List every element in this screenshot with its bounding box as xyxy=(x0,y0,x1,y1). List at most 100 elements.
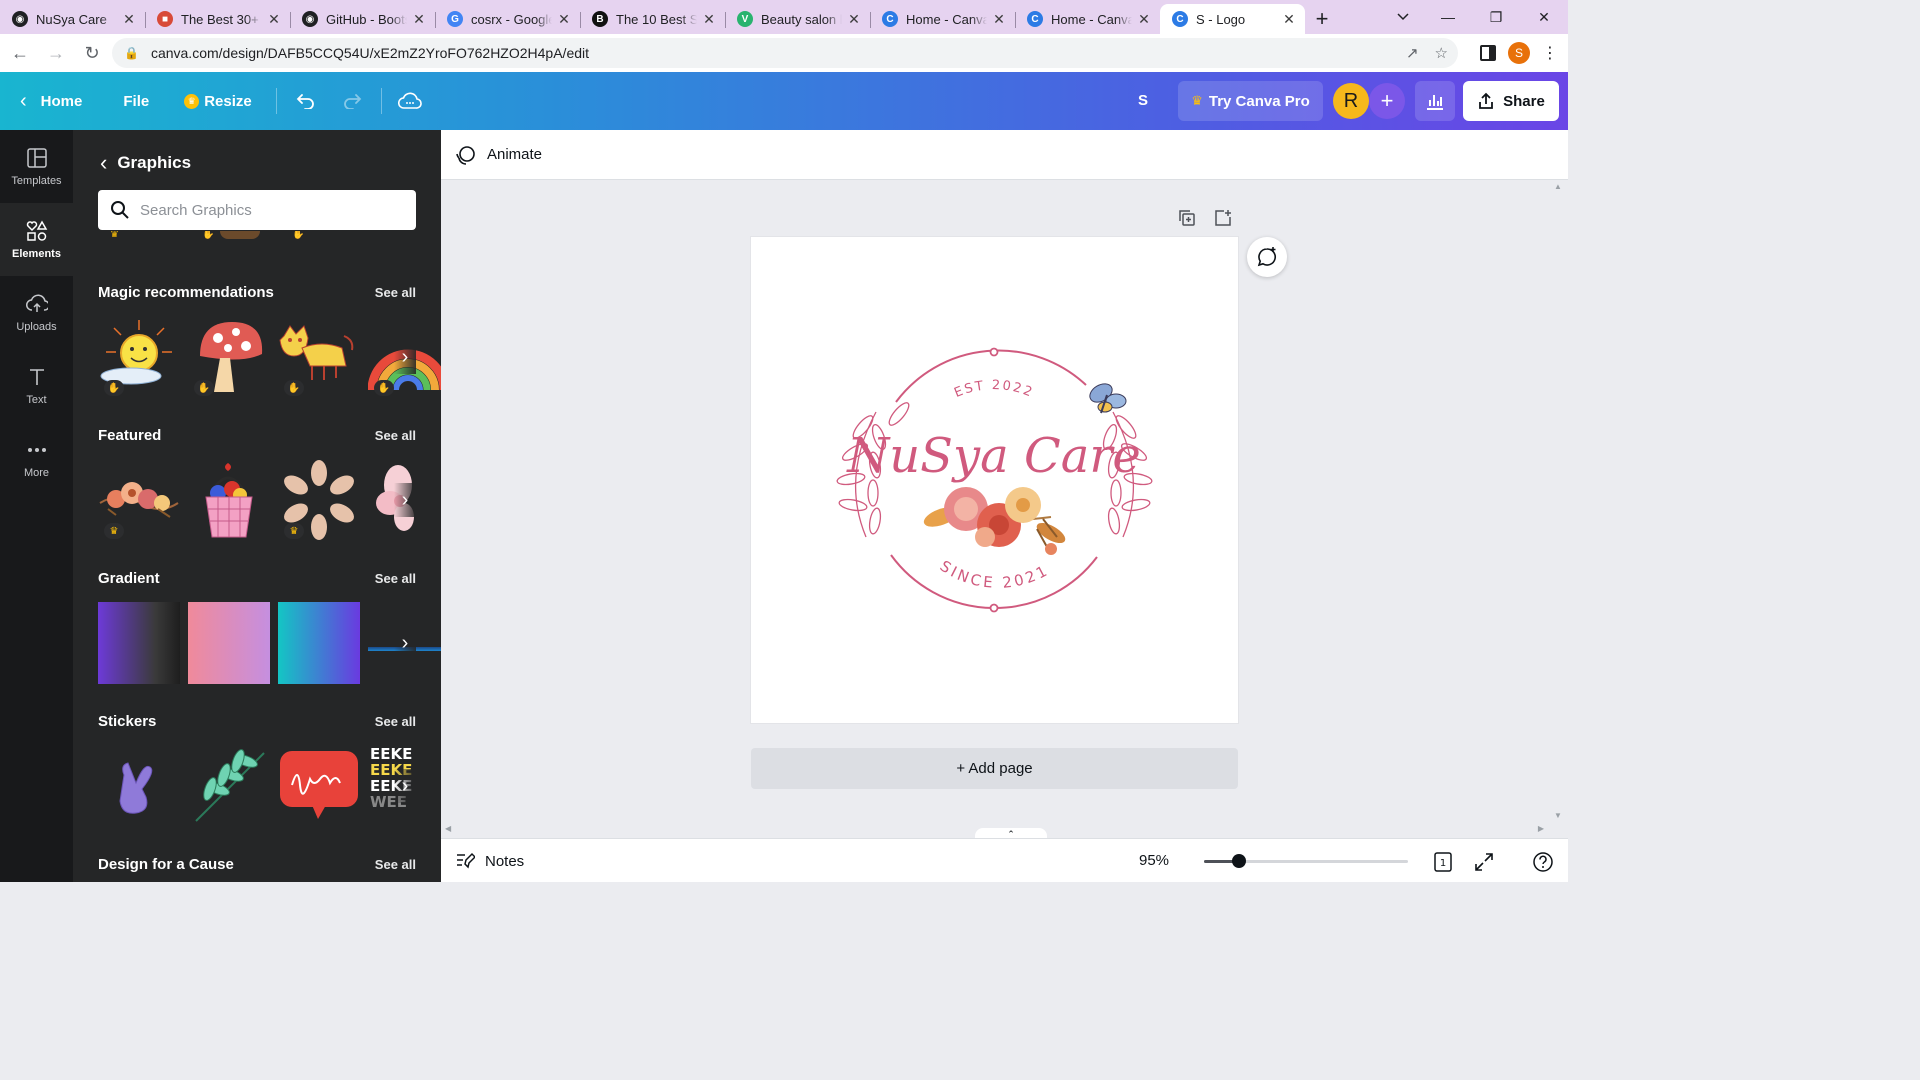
scroll-left-icon[interactable]: ◀ xyxy=(445,824,451,833)
bookmark-star-icon[interactable]: ☆ xyxy=(1435,44,1448,62)
sun-graphic[interactable]: ✋ xyxy=(98,316,180,398)
try-canva-pro-button[interactable]: ♛ Try Canva Pro xyxy=(1178,81,1323,121)
section-design-for-a-cause: Design for a Cause See all xyxy=(98,854,416,874)
teal-purple-gradient[interactable] xyxy=(278,602,360,684)
next-arrow-icon[interactable]: › xyxy=(394,483,416,517)
close-window-icon[interactable]: ✕ xyxy=(1520,0,1568,34)
invite-plus-icon[interactable]: + xyxy=(1369,83,1405,119)
close-tab-icon[interactable]: ✕ xyxy=(121,11,137,28)
love-bubble-sticker[interactable] xyxy=(278,745,360,827)
leaf-branch-sticker[interactable] xyxy=(188,745,270,827)
rail-item-templates[interactable]: Templates xyxy=(0,130,73,203)
home-button[interactable]: ‹ Home xyxy=(20,81,82,121)
see-all-link[interactable]: See all xyxy=(375,571,416,586)
close-tab-icon[interactable]: ✕ xyxy=(991,11,1007,28)
browser-tab[interactable]: Gcosrx - Google Search✕ xyxy=(435,4,580,34)
rail-item-label: Elements xyxy=(12,247,61,260)
new-tab-icon[interactable]: + xyxy=(1305,4,1339,34)
profile-avatar[interactable]: S xyxy=(1508,42,1530,64)
duplicate-page-icon[interactable] xyxy=(1175,206,1199,230)
scroll-down-icon[interactable]: ▼ xyxy=(1554,811,1562,820)
flowers-graphic[interactable]: ♛ xyxy=(98,459,180,541)
share-button[interactable]: Share xyxy=(1463,81,1559,121)
back-chevron-icon[interactable]: ‹ xyxy=(100,150,107,176)
rail-item-text[interactable]: Text xyxy=(0,349,73,422)
redo-icon[interactable] xyxy=(336,85,368,117)
close-tab-icon[interactable]: ✕ xyxy=(1281,11,1297,28)
help-icon[interactable] xyxy=(1530,849,1556,875)
browser-tab[interactable]: C Home - Canva ✕ xyxy=(1015,4,1160,34)
pink-lilac-gradient[interactable] xyxy=(188,602,270,684)
browser-tab[interactable]: C S - Logo ✕ xyxy=(1160,4,1305,34)
browser-tab[interactable]: ◉ GitHub - Bootstrap✕ xyxy=(290,4,435,34)
zoom-slider-handle[interactable] xyxy=(1231,854,1246,868)
browser-tab[interactable]: C Home - Canva ✕ xyxy=(870,4,1015,34)
scroll-up-icon[interactable]: ▲ xyxy=(1554,182,1562,191)
notes-icon xyxy=(457,852,475,869)
close-tab-icon[interactable]: ✕ xyxy=(701,11,717,28)
purple-black-gradient[interactable] xyxy=(98,602,180,684)
back-icon[interactable]: ← xyxy=(4,37,36,69)
mushroom-graphic[interactable]: ✋ xyxy=(188,316,270,398)
add-page-button[interactable]: + Add page xyxy=(751,748,1238,789)
rail-item-uploads[interactable]: Uploads xyxy=(0,276,73,349)
close-tab-icon[interactable]: ✕ xyxy=(1136,11,1152,28)
basket-graphic[interactable] xyxy=(188,459,270,541)
close-tab-icon[interactable]: ✕ xyxy=(266,11,282,28)
canva-icon: C xyxy=(1172,11,1188,27)
minimize-icon[interactable]: — xyxy=(1424,0,1472,34)
see-all-link[interactable]: See all xyxy=(375,714,416,729)
section-header: Design for a Cause See all xyxy=(98,854,416,874)
page-count-icon[interactable]: 1 xyxy=(1430,849,1456,875)
vertical-scrollbar[interactable]: ▲ ▼ xyxy=(1548,180,1568,824)
next-arrow-icon[interactable]: › xyxy=(394,626,416,660)
section-header: Magic recommendations See all xyxy=(98,282,416,302)
search-box[interactable] xyxy=(98,190,416,230)
share-page-icon[interactable]: ↗ xyxy=(1406,44,1419,62)
panel-header[interactable]: ‹ Graphics xyxy=(100,150,191,176)
see-all-link[interactable]: See all xyxy=(375,285,416,300)
design-page[interactable]: EST 2022 NuSya Care SINCE 2021 xyxy=(751,237,1238,723)
close-tab-icon[interactable]: ✕ xyxy=(411,11,427,28)
notes-button[interactable]: Notes xyxy=(455,839,524,882)
browser-tab[interactable]: V Beauty salon logo✕ xyxy=(725,4,870,34)
next-arrow-icon[interactable]: › xyxy=(394,340,416,374)
rail-item-elements[interactable]: Elements xyxy=(0,203,73,276)
undo-icon[interactable] xyxy=(290,85,322,117)
insights-chart-icon[interactable] xyxy=(1415,81,1455,121)
leaves-wreath-graphic[interactable]: ♛ xyxy=(278,459,360,541)
url-bar[interactable]: 🔒 canva.com/design/DAFB5CCQ54U/xE2mZ2Yro… xyxy=(112,38,1458,68)
fullscreen-icon[interactable] xyxy=(1471,849,1497,875)
side-panel-icon[interactable] xyxy=(1480,45,1496,61)
rail-item-more[interactable]: More xyxy=(0,422,73,495)
cat-graphic[interactable]: ✋ xyxy=(278,316,360,398)
animate-button[interactable]: Animate xyxy=(455,144,542,166)
browser-tab[interactable]: ◉ NuSya Care ✕ xyxy=(0,4,145,34)
add-comment-icon[interactable] xyxy=(1247,237,1287,277)
zoom-value[interactable]: 95% xyxy=(1139,852,1169,869)
zoom-slider[interactable] xyxy=(1204,854,1408,868)
lock-icon[interactable]: 🔒 xyxy=(124,46,139,60)
menu-dots-icon[interactable]: ⋮ xyxy=(1542,43,1558,63)
logo-artwork[interactable]: EST 2022 NuSya Care SINCE 2021 xyxy=(751,237,1238,723)
close-tab-icon[interactable]: ✕ xyxy=(556,11,572,28)
reload-icon[interactable]: ↻ xyxy=(76,37,108,69)
finger-heart-sticker[interactable] xyxy=(98,745,180,827)
forward-icon[interactable]: → xyxy=(40,37,72,69)
restore-icon[interactable]: ❐ xyxy=(1472,0,1520,34)
cloud-save-icon[interactable] xyxy=(394,85,426,117)
see-all-link[interactable]: See all xyxy=(375,857,416,872)
file-menu-button[interactable]: File xyxy=(123,81,149,121)
search-input[interactable] xyxy=(140,201,400,219)
resize-button[interactable]: ♛ Resize xyxy=(184,81,252,121)
add-page-icon[interactable] xyxy=(1211,206,1235,230)
close-tab-icon[interactable]: ✕ xyxy=(846,11,862,28)
design-title[interactable]: S xyxy=(1138,92,1148,109)
browser-tab[interactable]: ■ The Best 30+ Free✕ xyxy=(145,4,290,34)
next-arrow-icon[interactable]: › xyxy=(394,769,416,803)
scroll-right-icon[interactable]: ▶ xyxy=(1538,824,1544,833)
browser-tab[interactable]: B The 10 Best Swedish✕ xyxy=(580,4,725,34)
user-avatar[interactable]: R xyxy=(1333,83,1369,119)
tab-search-icon[interactable] xyxy=(1390,6,1416,28)
see-all-link[interactable]: See all xyxy=(375,428,416,443)
